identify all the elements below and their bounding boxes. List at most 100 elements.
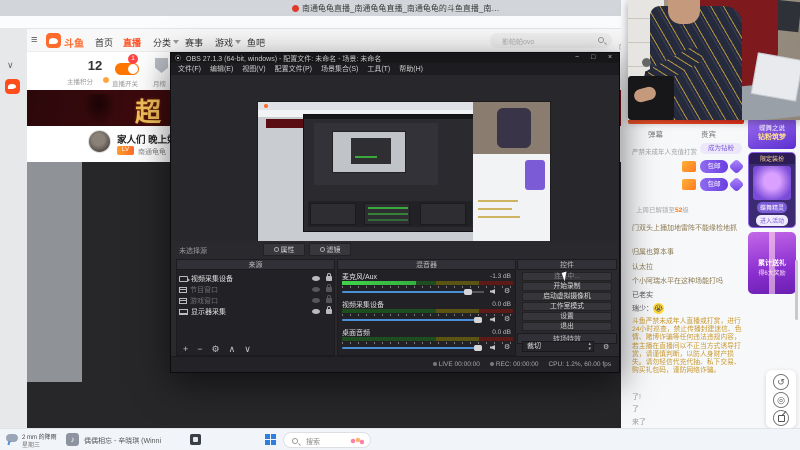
gift-banner-row[interactable]: 包邮 bbox=[632, 158, 745, 175]
gear-icon[interactable]: ⚙ bbox=[504, 343, 510, 351]
speaker-icon[interactable] bbox=[490, 345, 495, 350]
camera-icon bbox=[179, 275, 190, 282]
nav-item-home[interactable]: 首页 bbox=[95, 36, 113, 49]
obs-preview-area[interactable] bbox=[171, 75, 619, 253]
join-fans-button[interactable]: 成为钻粉 bbox=[700, 143, 742, 154]
maximize-button[interactable]: □ bbox=[591, 54, 595, 61]
media-title[interactable]: 偶偶相忘 - 辛晓琪 (Winni bbox=[84, 436, 189, 446]
hamburger-icon[interactable]: ≡ bbox=[31, 34, 37, 46]
gift-activity-box[interactable]: 累计送礼 得6大奖励 bbox=[748, 232, 796, 294]
remove-source-button[interactable]: − bbox=[197, 344, 202, 355]
nav-item-category[interactable]: 分类 bbox=[153, 36, 171, 49]
controls-header[interactable]: 控件 bbox=[517, 259, 617, 270]
minimize-button[interactable]: − bbox=[575, 54, 579, 61]
chat-tab-vip[interactable]: 贵宾 bbox=[701, 129, 716, 140]
nav-item-yuba[interactable]: 鱼吧 bbox=[247, 36, 265, 49]
source-row-display[interactable]: 显示器采集 bbox=[179, 306, 332, 317]
lock-icon[interactable] bbox=[326, 273, 332, 281]
douyu-mini-logo-icon[interactable] bbox=[5, 79, 20, 94]
gift-banner-row[interactable]: 包邮 bbox=[632, 176, 745, 193]
nav-item-live[interactable]: 直播 bbox=[123, 36, 141, 49]
menu-profile[interactable]: 配置文件(P) bbox=[275, 64, 312, 74]
spinner-icons[interactable]: ▴ ▾ bbox=[588, 342, 591, 352]
move-down-button[interactable]: ∨ bbox=[244, 344, 251, 355]
settings-button[interactable]: 设置 bbox=[522, 312, 612, 321]
virtual-camera-button[interactable]: 启动虚拟摄像机 bbox=[522, 292, 612, 301]
lock-icon[interactable] bbox=[326, 306, 332, 314]
gear-icon[interactable]: ⚙ bbox=[504, 315, 510, 323]
slider-handle[interactable] bbox=[474, 317, 482, 323]
transition-select[interactable]: 裁切 ▴ ▾ bbox=[522, 341, 594, 352]
menu-scene-collection[interactable]: 场景集合(S) bbox=[321, 64, 358, 74]
search-icon[interactable] bbox=[598, 37, 604, 43]
rec-status: REC: 00:00:00 bbox=[489, 361, 538, 368]
score-help-icon[interactable] bbox=[103, 77, 109, 83]
speaker-icon[interactable] bbox=[490, 289, 495, 294]
chat-tab-danmu[interactable]: 弹幕 bbox=[648, 129, 663, 140]
collapse-icon[interactable]: ∨ bbox=[7, 60, 14, 71]
volume-slider[interactable] bbox=[342, 319, 480, 321]
sources-header[interactable]: 来源 bbox=[176, 259, 335, 270]
mini-meter bbox=[368, 207, 408, 209]
studio-mode-button[interactable]: 工作室模式 bbox=[522, 302, 612, 311]
properties-button[interactable]: 属性 bbox=[263, 243, 305, 256]
nav-item-games[interactable]: 游戏 bbox=[215, 36, 233, 49]
media-app-icon[interactable] bbox=[190, 434, 201, 445]
live-toggle[interactable] bbox=[115, 63, 139, 75]
obs-window: OBS 27.1.3 (64-bit, windows) - 配置文件: 未命名… bbox=[170, 52, 620, 373]
meter-ticks bbox=[342, 286, 513, 288]
enter-activity-button[interactable]: 进入活动 bbox=[756, 215, 788, 226]
obs-title-bar[interactable]: OBS 27.1.3 (64-bit, windows) - 配置文件: 未命名… bbox=[171, 53, 619, 63]
add-source-button[interactable]: + bbox=[183, 344, 188, 355]
mixer-header[interactable]: 混音器 bbox=[337, 259, 516, 270]
compose-float-button[interactable] bbox=[773, 410, 789, 426]
slider-handle[interactable] bbox=[464, 289, 472, 295]
source-properties-button[interactable]: ⚙ bbox=[212, 344, 220, 355]
weather-icon[interactable] bbox=[6, 434, 18, 442]
transition-gear-icon[interactable]: ⚙ bbox=[603, 343, 609, 351]
volume-slider[interactable] bbox=[342, 291, 470, 293]
menu-tools[interactable]: 工具(T) bbox=[367, 64, 390, 74]
activity-badge[interactable]: 蝶舞之说 钻粉筑梦 bbox=[748, 118, 796, 149]
chat-scrollbar[interactable] bbox=[795, 260, 798, 320]
menu-view[interactable]: 视图(V) bbox=[242, 64, 265, 74]
streamer-name[interactable]: 南通龟龟 bbox=[138, 147, 166, 157]
menu-file[interactable]: 文件(F) bbox=[178, 64, 201, 74]
gem-icon bbox=[728, 176, 745, 193]
free-shipping-button[interactable]: 包邮 bbox=[700, 178, 728, 191]
eye-icon[interactable] bbox=[312, 287, 320, 292]
eye-icon[interactable] bbox=[312, 276, 320, 281]
menu-help[interactable]: 帮助(H) bbox=[399, 64, 423, 74]
exit-button[interactable]: 退出 bbox=[522, 322, 612, 331]
douyu-logo-icon[interactable] bbox=[46, 33, 61, 48]
search-input[interactable]: 影帕帕ovo bbox=[490, 33, 612, 48]
menu-edit[interactable]: 编辑(E) bbox=[210, 64, 233, 74]
eye-icon[interactable] bbox=[312, 309, 320, 314]
source-row-camera[interactable]: 视频采集设备 bbox=[179, 273, 332, 284]
free-shipping-button[interactable]: 包邮 bbox=[700, 160, 728, 173]
browser-tab[interactable]: 南通龟龟直播_南通龟龟直播_南通龟龟的斗鱼直播_南通龟龟斗鱼直播 bbox=[302, 3, 502, 14]
move-up-button[interactable]: ∧ bbox=[229, 344, 236, 355]
weather-day[interactable]: 星期三 bbox=[22, 440, 40, 449]
activity-card[interactable]: 限定装扮 蝶舞精灵 进入活动 bbox=[748, 152, 796, 228]
close-button[interactable]: × bbox=[608, 54, 612, 61]
history-float-button[interactable]: ↺ bbox=[773, 374, 789, 390]
slider-handle[interactable] bbox=[474, 345, 482, 351]
target-float-button[interactable]: ◎ bbox=[773, 392, 789, 408]
lock-icon[interactable] bbox=[326, 284, 332, 292]
start-recording-button[interactable]: 开始录制 bbox=[522, 282, 612, 291]
taskbar-search[interactable]: 搜索 bbox=[283, 432, 371, 448]
rank-shield-icon[interactable] bbox=[155, 58, 168, 73]
gear-icon[interactable]: ⚙ bbox=[504, 287, 510, 295]
volume-slider[interactable] bbox=[342, 347, 480, 349]
douyu-logo-text[interactable]: 斗鱼 bbox=[64, 35, 84, 50]
source-row-window2[interactable]: 游戏窗口 bbox=[179, 295, 332, 306]
eye-icon[interactable] bbox=[312, 298, 320, 303]
speaker-icon[interactable] bbox=[490, 317, 495, 322]
source-row-window1[interactable]: 节目窗口 bbox=[179, 284, 332, 295]
nav-item-esports[interactable]: 赛事 bbox=[185, 36, 203, 49]
lock-icon[interactable] bbox=[326, 295, 332, 303]
streamer-avatar[interactable] bbox=[88, 130, 111, 153]
start-button[interactable] bbox=[265, 434, 277, 446]
filters-button[interactable]: 滤镜 bbox=[309, 243, 351, 256]
